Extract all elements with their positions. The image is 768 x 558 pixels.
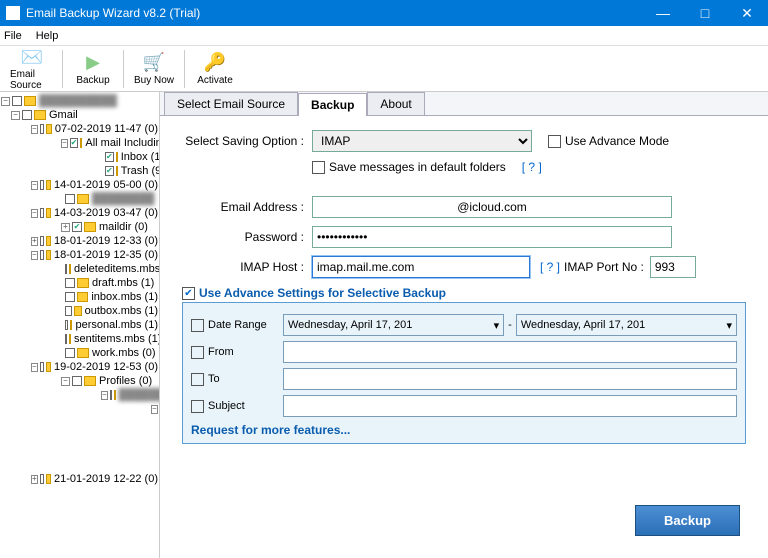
tree-item[interactable]: 18-01-2019 12-35 (0) bbox=[54, 248, 158, 262]
imap-host-field[interactable] bbox=[312, 256, 530, 278]
app-icon bbox=[6, 6, 20, 20]
folder-tree[interactable]: −██████████ −Gmail −07-02-2019 11-47 (0)… bbox=[0, 92, 160, 558]
toolbar-email-source[interactable]: ✉️ Email Source bbox=[4, 44, 60, 93]
tree-item[interactable]: Profiles (0) bbox=[99, 374, 152, 388]
minimize-button[interactable]: — bbox=[642, 0, 684, 26]
password-field[interactable] bbox=[312, 226, 672, 248]
tree-item[interactable]: 21-01-2019 12-22 (0) bbox=[54, 472, 158, 486]
from-label: From bbox=[208, 346, 234, 358]
tree-item[interactable]: 07-02-2019 11-47 (0) bbox=[55, 122, 158, 136]
saving-option-select[interactable]: IMAP bbox=[312, 130, 532, 152]
imap-host-label: IMAP Host : bbox=[182, 260, 312, 274]
imap-help-link[interactable]: [ ? ] bbox=[540, 260, 560, 274]
tab-bar: Select Email Source Backup About bbox=[160, 92, 768, 116]
date-range-checkbox[interactable] bbox=[191, 319, 204, 332]
chevron-down-icon: ▾ bbox=[494, 319, 500, 332]
subject-checkbox[interactable] bbox=[191, 400, 204, 413]
tree-item[interactable]: All mail Including Sp bbox=[85, 136, 160, 150]
subject-label: Subject bbox=[208, 400, 245, 412]
tab-about[interactable]: About bbox=[367, 92, 424, 115]
saving-option-label: Select Saving Option : bbox=[182, 134, 312, 148]
tab-backup[interactable]: Backup bbox=[298, 93, 367, 116]
save-default-label: Save messages in default folders bbox=[329, 160, 506, 174]
email-label: Email Address : bbox=[182, 200, 312, 214]
tree-item[interactable]: inbox.mbs (1) bbox=[91, 290, 158, 304]
date-to-field[interactable]: Wednesday, April 17, 201▾ bbox=[516, 314, 737, 336]
toolbar: ✉️ Email Source ▶ Backup 🛒 Buy Now 🔑 Act… bbox=[0, 46, 768, 92]
tree-item[interactable]: outbox.mbs (1) bbox=[85, 304, 158, 318]
date-from-field[interactable]: Wednesday, April 17, 201▾ bbox=[283, 314, 504, 336]
maximize-button[interactable]: □ bbox=[684, 0, 726, 26]
window-title: Email Backup Wizard v8.2 (Trial) bbox=[26, 6, 642, 20]
toolbar-backup[interactable]: ▶ Backup bbox=[65, 50, 121, 88]
toolbar-activate[interactable]: 🔑 Activate bbox=[187, 50, 243, 88]
tree-item[interactable]: 18-01-2019 12-33 (0) bbox=[54, 234, 158, 248]
key-icon: 🔑 bbox=[204, 52, 226, 74]
use-advance-mode-checkbox[interactable] bbox=[548, 135, 561, 148]
backup-button[interactable]: Backup bbox=[635, 505, 740, 536]
help-link[interactable]: [ ? ] bbox=[522, 160, 542, 174]
tree-item[interactable]: maildir (0) bbox=[99, 220, 148, 234]
close-button[interactable]: ✕ bbox=[726, 0, 768, 26]
tree-item[interactable]: ████████ bbox=[119, 388, 160, 402]
subject-field[interactable] bbox=[283, 395, 737, 417]
to-checkbox[interactable] bbox=[191, 373, 204, 386]
imap-port-label: IMAP Port No : bbox=[564, 260, 644, 274]
tree-trash[interactable]: Trash (9) bbox=[121, 164, 160, 178]
imap-port-field[interactable] bbox=[650, 256, 696, 278]
use-advance-settings-checkbox[interactable]: ✔ bbox=[182, 287, 195, 300]
advance-settings-title: Use Advance Settings for Selective Backu… bbox=[199, 286, 446, 300]
advance-settings-panel: Date Range Wednesday, April 17, 201▾ - W… bbox=[182, 302, 746, 444]
play-icon: ▶ bbox=[82, 52, 104, 74]
tree-item[interactable]: deleteditems.mbs ( bbox=[74, 262, 160, 276]
envelope-icon: ✉️ bbox=[21, 46, 43, 68]
tree-item[interactable]: 14-01-2019 05-00 (0) bbox=[54, 178, 158, 192]
request-features-link[interactable]: Request for more features... bbox=[191, 423, 737, 437]
tree-inbox[interactable]: Inbox (16) bbox=[121, 150, 160, 164]
tree-root[interactable]: ██████████ bbox=[39, 94, 117, 108]
menu-file[interactable]: File bbox=[4, 30, 22, 42]
menu-bar: File Help bbox=[0, 26, 768, 46]
tree-gmail[interactable]: Gmail bbox=[49, 108, 78, 122]
tree-item[interactable]: ████████ bbox=[92, 192, 154, 206]
tree-item[interactable]: 14-03-2019 03-47 (0) bbox=[54, 206, 158, 220]
to-label: To bbox=[208, 373, 220, 385]
from-field[interactable] bbox=[283, 341, 737, 363]
toolbar-buy-now[interactable]: 🛒 Buy Now bbox=[126, 50, 182, 88]
tab-select-source[interactable]: Select Email Source bbox=[164, 92, 298, 115]
backup-form: Select Saving Option : IMAP Use Advance … bbox=[160, 116, 768, 558]
to-field[interactable] bbox=[283, 368, 737, 390]
tree-item[interactable]: draft.mbs (1) bbox=[92, 276, 154, 290]
save-default-checkbox[interactable] bbox=[312, 161, 325, 174]
tree-item[interactable]: sentitems.mbs (1) bbox=[74, 332, 160, 346]
date-range-label: Date Range bbox=[208, 319, 267, 331]
cart-icon: 🛒 bbox=[143, 52, 165, 74]
email-field[interactable] bbox=[312, 196, 672, 218]
tree-item[interactable]: 19-02-2019 12-53 (0) bbox=[54, 360, 158, 374]
use-advance-mode-label: Use Advance Mode bbox=[565, 134, 669, 148]
title-bar: Email Backup Wizard v8.2 (Trial) — □ ✕ bbox=[0, 0, 768, 26]
tree-item[interactable]: personal.mbs (1) bbox=[75, 318, 158, 332]
menu-help[interactable]: Help bbox=[36, 30, 59, 42]
chevron-down-icon: ▾ bbox=[726, 319, 732, 332]
password-label: Password : bbox=[182, 230, 312, 244]
tree-item[interactable]: work.mbs (0) bbox=[92, 346, 156, 360]
from-checkbox[interactable] bbox=[191, 346, 204, 359]
